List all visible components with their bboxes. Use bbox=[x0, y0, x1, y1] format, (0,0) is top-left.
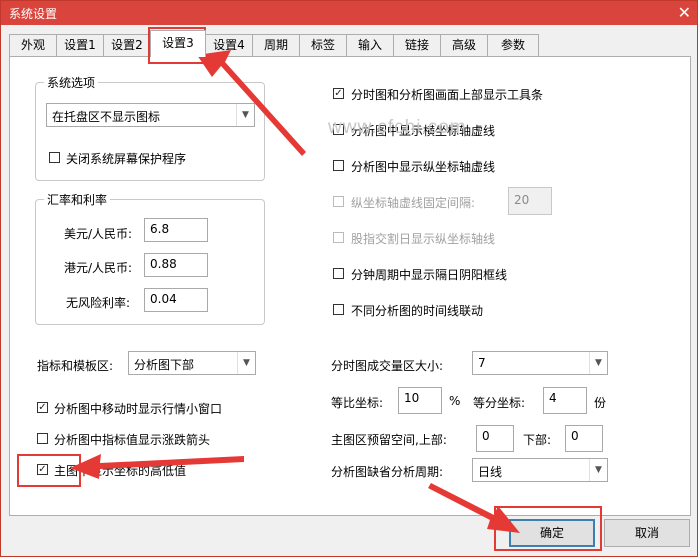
watermark-text: www.cfchi.com bbox=[328, 117, 467, 138]
yin-yang-label: 分钟周期中显示隔日阴阳框线 bbox=[351, 268, 508, 282]
toolbar-top-checkbox[interactable]: ✓ bbox=[333, 88, 344, 99]
usd-label: 美元/人民币: bbox=[64, 227, 133, 241]
volume-size-label: 分时图成交量区大小: bbox=[331, 359, 444, 373]
select-value: 分析图下部 bbox=[134, 358, 195, 372]
select-value: 日线 bbox=[478, 465, 503, 479]
fixed-interval-label: 纵坐标轴虚线固定间隔: bbox=[351, 196, 476, 210]
fixed-interval-checkbox bbox=[333, 196, 344, 207]
ratio-input[interactable]: 10 bbox=[398, 387, 442, 414]
tray-icon-select[interactable]: 在托盘区不显示图标 ▼ bbox=[46, 103, 255, 127]
highlight-box-checkbox bbox=[17, 454, 81, 487]
window-title: 系统设置 bbox=[9, 7, 58, 21]
tab-settings2[interactable]: 设置2 bbox=[103, 34, 151, 56]
tab-settings4[interactable]: 设置4 bbox=[205, 34, 253, 56]
equal-label: 等分坐标: bbox=[473, 396, 526, 410]
toolbar-top-label: 分时图和分析图画面上部显示工具条 bbox=[351, 88, 544, 102]
volume-size-select[interactable]: 7 ▼ bbox=[472, 351, 608, 375]
reserve-bottom-label: 下部: bbox=[523, 433, 552, 447]
chevron-down-icon[interactable]: ▼ bbox=[589, 352, 607, 374]
tab-links[interactable]: 链接 bbox=[393, 34, 441, 56]
move-window-label: 分析图中移动时显示行情小窗口 bbox=[54, 402, 223, 416]
tab-period[interactable]: 周期 bbox=[252, 34, 300, 56]
ratio-label: 等比坐标: bbox=[331, 396, 384, 410]
chevron-down-icon[interactable]: ▼ bbox=[237, 352, 255, 374]
tab-settings3[interactable]: 设置3 bbox=[150, 30, 206, 57]
tab-appearance[interactable]: 外观 bbox=[9, 34, 57, 56]
time-link-checkbox[interactable] bbox=[333, 304, 344, 315]
period-select[interactable]: 日线 ▼ bbox=[472, 458, 608, 482]
equal-unit: 份 bbox=[594, 396, 607, 410]
indicator-label: 指标和模板区: bbox=[37, 359, 114, 373]
v-dash-checkbox[interactable] bbox=[333, 160, 344, 171]
period-label: 分析图缺省分析周期: bbox=[331, 465, 444, 479]
chevron-down-icon[interactable]: ▼ bbox=[236, 104, 254, 126]
hkd-rate-input[interactable]: 0.88 bbox=[144, 253, 208, 277]
ratio-unit: % bbox=[449, 394, 461, 408]
group-title: 汇率和利率 bbox=[44, 191, 111, 208]
usd-rate-input[interactable]: 6.8 bbox=[144, 218, 208, 242]
fixed-interval-input: 20 bbox=[508, 187, 552, 215]
move-window-checkbox[interactable]: ✓ bbox=[37, 402, 48, 413]
tab-input[interactable]: 输入 bbox=[346, 34, 394, 56]
hkd-label: 港元/人民币: bbox=[64, 261, 133, 275]
risk-label: 无风险利率: bbox=[66, 296, 131, 310]
tab-advanced[interactable]: 高级 bbox=[440, 34, 488, 56]
yin-yang-checkbox[interactable] bbox=[333, 268, 344, 279]
title-bar: 系统设置 ✕ bbox=[1, 1, 697, 25]
arrow-show-checkbox[interactable] bbox=[37, 433, 48, 444]
reserve-top-input[interactable]: 0 bbox=[476, 425, 514, 452]
close-icon[interactable]: ✕ bbox=[678, 1, 691, 25]
rates-group: 汇率和利率 美元/人民币: 6.8 港元/人民币: 0.88 无风险利率: 0.… bbox=[35, 191, 265, 325]
system-options-group: 系统选项 在托盘区不显示图标 ▼ 关闭系统屏幕保护程序 bbox=[35, 74, 265, 181]
indicator-select[interactable]: 分析图下部 ▼ bbox=[128, 351, 256, 375]
tab-params[interactable]: 参数 bbox=[487, 34, 539, 56]
tab-settings1[interactable]: 设置1 bbox=[56, 34, 104, 56]
ex-rights-checkbox bbox=[333, 232, 344, 243]
tab-labels[interactable]: 标签 bbox=[299, 34, 347, 56]
select-value: 在托盘区不显示图标 bbox=[52, 110, 161, 124]
reserve-bottom-input[interactable]: 0 bbox=[565, 425, 603, 452]
close-saver-label: 关闭系统屏幕保护程序 bbox=[66, 152, 187, 166]
v-dash-label: 分析图中显示纵坐标轴虚线 bbox=[351, 160, 496, 174]
ex-rights-label: 股指交割日显示纵坐标轴线 bbox=[351, 232, 496, 246]
settings-window: 系统设置 ✕ 外观 设置1 设置2 设置3 设置4 周期 标签 输入 链接 高级… bbox=[0, 0, 698, 557]
time-link-label: 不同分析图的时间线联动 bbox=[351, 304, 484, 318]
chevron-down-icon[interactable]: ▼ bbox=[589, 459, 607, 481]
risk-rate-input[interactable]: 0.04 bbox=[144, 288, 208, 312]
cancel-button[interactable]: 取消 bbox=[604, 519, 690, 547]
select-value: 7 bbox=[478, 356, 486, 370]
equal-input[interactable]: 4 bbox=[543, 387, 587, 414]
close-saver-checkbox[interactable] bbox=[49, 152, 60, 163]
highlight-box-ok bbox=[494, 506, 602, 551]
reserve-label: 主图区预留空间,上部: bbox=[331, 433, 447, 447]
arrow-show-label: 分析图中指标值显示涨跌箭头 bbox=[54, 433, 211, 447]
group-title: 系统选项 bbox=[44, 74, 99, 91]
